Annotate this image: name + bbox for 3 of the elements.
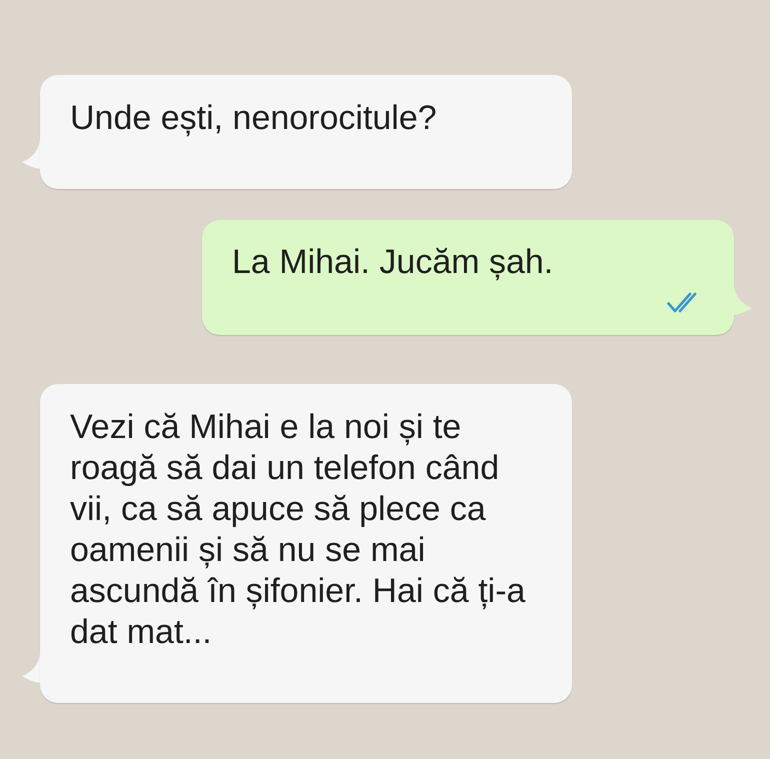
message-text: La Mihai. Jucăm șah. [232, 242, 554, 283]
message-text: Unde ești, nenorocitule? [70, 98, 438, 139]
message-text: Vezi că Mihai e la noi și te roagă să dai un telefon când vii, ca să apuce să plece ca oamenii și să nu se mai ascundă în șifonier. Hai că ți-a dat mat... [70, 407, 526, 653]
